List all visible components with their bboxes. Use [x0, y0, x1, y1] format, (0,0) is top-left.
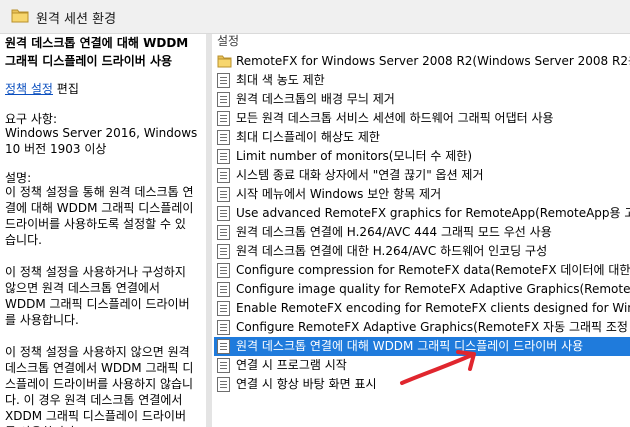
description-pane: 원격 데스크톱 연결에 대해 WDDM 그래픽 디스플레이 드라이버 사용 정책… [0, 34, 203, 427]
list-item[interactable]: Use advanced RemoteFX graphics for Remot… [214, 204, 630, 223]
policy-setting-icon [217, 282, 231, 297]
list-item-label: 시작 메뉴에서 Windows 보안 항목 제거 [236, 187, 442, 201]
edit-line: 정책 설정 편집 [5, 80, 79, 98]
list-item-label: 연결 시 항상 바탕 화면 표시 [236, 377, 377, 391]
annotation-arrow-icon [400, 350, 476, 385]
pane-splitter[interactable] [203, 34, 214, 427]
policy-title: 원격 데스크톱 연결에 대해 WDDM 그래픽 디스플레이 드라이버 사용 [5, 36, 189, 68]
list-item-label: Configure image quality for RemoteFX Ada… [236, 282, 630, 296]
list-item[interactable]: 원격 데스크톱 연결에 대한 H.264/AVC 하드웨어 인코딩 구성 [214, 242, 630, 261]
edit-policy-link[interactable]: 정책 설정 [5, 82, 53, 96]
policy-setting-icon [217, 130, 231, 145]
policy-setting-icon [217, 111, 231, 126]
list-item-label: 시스템 종료 대화 상자에서 "연결 끊기" 옵션 제거 [236, 168, 484, 182]
list-item[interactable]: Configure image quality for RemoteFX Ada… [214, 280, 630, 299]
policy-setting-icon [217, 339, 231, 354]
list-item-folder[interactable]: RemoteFX for Windows Server 2008 R2(Wind… [214, 52, 630, 71]
folder-icon [217, 54, 232, 69]
policy-setting-icon [217, 358, 231, 373]
list-item[interactable]: Configure compression for RemoteFX data(… [214, 261, 630, 280]
edit-suffix: 편집 [52, 82, 79, 96]
folder-icon [11, 8, 29, 26]
policy-setting-icon [217, 225, 231, 240]
list-item[interactable]: Limit number of monitors(모니터 수 제한) [214, 147, 630, 166]
list-item[interactable]: 시스템 종료 대화 상자에서 "연결 끊기" 옵션 제거 [214, 166, 630, 185]
policy-setting-icon [217, 73, 231, 88]
policy-setting-icon [217, 377, 231, 392]
list-item[interactable]: Enable RemoteFX encoding for RemoteFX cl… [214, 299, 630, 318]
title-bar: 원격 세션 환경 [0, 0, 630, 34]
policy-setting-icon [217, 301, 231, 316]
requirements-value: Windows Server 2016, Windows 10 버전 1903 … [5, 126, 198, 156]
policy-setting-icon [217, 320, 231, 335]
list-item-label: Enable RemoteFX encoding for RemoteFX cl… [236, 301, 630, 315]
column-header-settings[interactable]: 설정 [217, 34, 239, 53]
list-item-label: RemoteFX for Windows Server 2008 R2(Wind… [236, 54, 630, 68]
list-item-label: Configure RemoteFX Adaptive Graphics(Rem… [236, 320, 630, 334]
splitter-bar[interactable] [206, 34, 212, 427]
policy-setting-icon [217, 263, 231, 278]
list-item[interactable]: Configure RemoteFX Adaptive Graphics(Rem… [214, 318, 630, 337]
window-title: 원격 세션 환경 [36, 12, 117, 27]
description-text: 이 정책 설정을 통해 원격 데스크톱 연결에 대해 WDDM 그래픽 디스플레… [5, 185, 194, 427]
list-item-label: 원격 데스크톱의 배경 무늬 제거 [236, 92, 395, 106]
list-item-label: Use advanced RemoteFX graphics for Remot… [236, 206, 630, 220]
list-item-label: Configure compression for RemoteFX data(… [236, 263, 630, 277]
policy-setting-icon [217, 187, 231, 202]
list-item[interactable]: 최대 디스플레이 해상도 제한 [214, 128, 630, 147]
list-item[interactable]: 원격 데스크톱 연결에 H.264/AVC 444 그래픽 모드 우선 사용 [214, 223, 630, 242]
list-item[interactable]: 원격 데스크톱의 배경 무늬 제거 [214, 90, 630, 109]
policy-setting-icon [217, 244, 231, 259]
policy-setting-icon [217, 206, 231, 221]
list-item[interactable]: 최대 색 농도 제한 [214, 71, 630, 90]
list-item-label: 원격 데스크톱 연결에 H.264/AVC 444 그래픽 모드 우선 사용 [236, 225, 552, 239]
policy-setting-icon [217, 168, 231, 183]
policy-setting-icon [217, 149, 231, 164]
list-item-label: Limit number of monitors(모니터 수 제한) [236, 149, 473, 163]
list-item[interactable]: 시작 메뉴에서 Windows 보안 항목 제거 [214, 185, 630, 204]
list-item-label: 연결 시 프로그램 시작 [236, 358, 347, 372]
list-item-label: 최대 디스플레이 해상도 제한 [236, 130, 380, 144]
list-item-label: 원격 데스크톱 연결에 대한 H.264/AVC 하드웨어 인코딩 구성 [236, 244, 548, 258]
settings-list: RemoteFX for Windows Server 2008 R2(Wind… [214, 52, 630, 394]
list-item-label: 모든 원격 데스크톱 서비스 세션에 하드웨어 그래픽 어댑터 사용 [236, 111, 554, 125]
list-item[interactable]: 모든 원격 데스크톱 서비스 세션에 하드웨어 그래픽 어댑터 사용 [214, 109, 630, 128]
policy-setting-icon [217, 92, 231, 107]
list-item-label: 최대 색 농도 제한 [236, 73, 325, 87]
